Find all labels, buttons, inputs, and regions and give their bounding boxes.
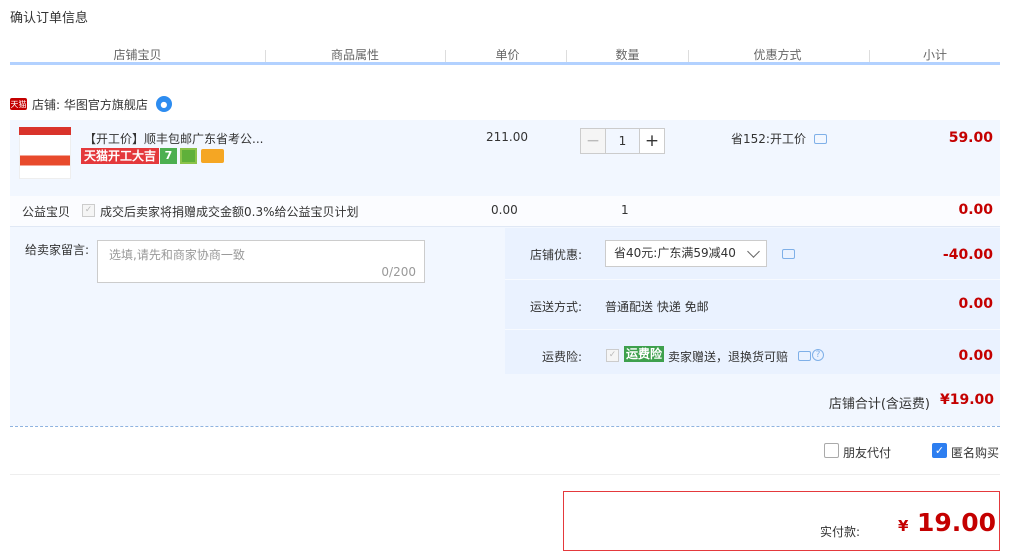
freight-insurance-tag: 运费险	[624, 346, 665, 362]
shop-row: 天猫 店铺: 华图官方旗舰店 ●	[10, 94, 172, 114]
shop-total-value: ¥19.00	[939, 392, 994, 408]
col-header-attributes: 商品属性	[330, 48, 379, 62]
charity-label: 公益宝贝	[22, 205, 71, 219]
seven-day-return-icon[interactable]: 7	[160, 148, 177, 164]
quantity-stepper: − 1 +	[580, 128, 665, 154]
anonymous-label[interactable]: 匿名购买	[951, 444, 999, 461]
shop-discount-amount: -40.00	[942, 247, 993, 263]
shipping-amount: 0.00	[958, 296, 993, 312]
freight-insurance-checkbox: ✓	[606, 349, 619, 362]
divider	[505, 279, 1000, 280]
promo-tag: 天猫开工大吉	[81, 148, 160, 164]
item-discount: 省152:开工价	[731, 130, 827, 147]
freight-insurance-label: 运费险:	[541, 350, 582, 364]
col-header-shop-item: 店铺宝贝	[113, 48, 162, 62]
divider	[10, 474, 1000, 475]
friend-pay-label[interactable]: 朋友代付	[843, 444, 891, 461]
message-char-count: 0/200	[381, 265, 416, 279]
shop-discount-selected: 省40元:广东满59减40	[614, 246, 736, 260]
col-header-subtotal: 小计	[922, 48, 947, 62]
quantity-increase-button[interactable]: +	[639, 128, 665, 154]
payment-label: 实付款:	[820, 525, 861, 539]
item-title-link[interactable]: 【开工价】顺丰包邮广东省考公...	[84, 130, 264, 147]
charity-text: 成交后卖家将捐赠成交金额0.3%给公益宝贝计划	[100, 205, 359, 219]
col-header-discount: 优惠方式	[753, 48, 802, 62]
friend-pay-checkbox[interactable]	[824, 443, 839, 458]
divider	[505, 329, 1000, 330]
comment-icon[interactable]	[813, 133, 827, 144]
wangwang-chat-icon[interactable]: ●	[155, 96, 172, 112]
col-header-quantity: 数量	[615, 48, 640, 62]
anonymous-checkbox[interactable]: ✓	[932, 443, 947, 458]
freight-insurance-amount: 0.00	[958, 348, 993, 364]
charity-qty: 1	[621, 203, 629, 217]
shop-name-link[interactable]: 店铺: 华图官方旗舰店	[32, 96, 148, 113]
shop-total-label: 店铺合计(含运费)	[828, 397, 930, 412]
tmall-icon: 天猫	[10, 98, 27, 110]
payment-amount: 19.00	[917, 508, 997, 537]
item-unit-price: 211.00	[486, 130, 528, 144]
comment-icon[interactable]	[798, 351, 811, 361]
message-label: 给卖家留言:	[25, 243, 90, 257]
item-subtotal: 59.00	[948, 130, 993, 146]
credit-card-icon[interactable]	[201, 149, 224, 163]
thumbnail-banner	[19, 127, 71, 135]
shipping-value: 普通配送 快递 免邮	[605, 300, 709, 314]
charity-subtotal: 0.00	[958, 202, 993, 218]
freight-insurance-text: 卖家赠送，退换货可赔	[668, 350, 789, 364]
comment-icon[interactable]	[782, 249, 795, 259]
item-discount-text: 省152:开工价	[731, 132, 806, 146]
help-icon[interactable]: ?	[812, 349, 824, 361]
shipping-label: 运送方式:	[529, 300, 582, 314]
message-placeholder: 选填,请先和商家协商一致	[109, 248, 245, 262]
dashed-divider	[10, 426, 1000, 427]
shop-discount-label: 店铺优惠:	[529, 248, 582, 262]
shop-discount-select[interactable]: 省40元:广东满59减40	[605, 240, 767, 267]
charity-checkbox: ✓	[82, 204, 95, 217]
payment-currency: ¥	[898, 517, 909, 535]
quantity-input[interactable]: 1	[606, 128, 639, 154]
guarantee-icon[interactable]	[180, 148, 197, 164]
chevron-down-icon	[747, 245, 760, 258]
header-underline	[10, 62, 1000, 65]
page-title: 确认订单信息	[10, 11, 89, 26]
col-header-price: 单价	[495, 48, 520, 62]
quantity-decrease-button[interactable]: −	[580, 128, 606, 154]
charity-price: 0.00	[491, 203, 518, 217]
